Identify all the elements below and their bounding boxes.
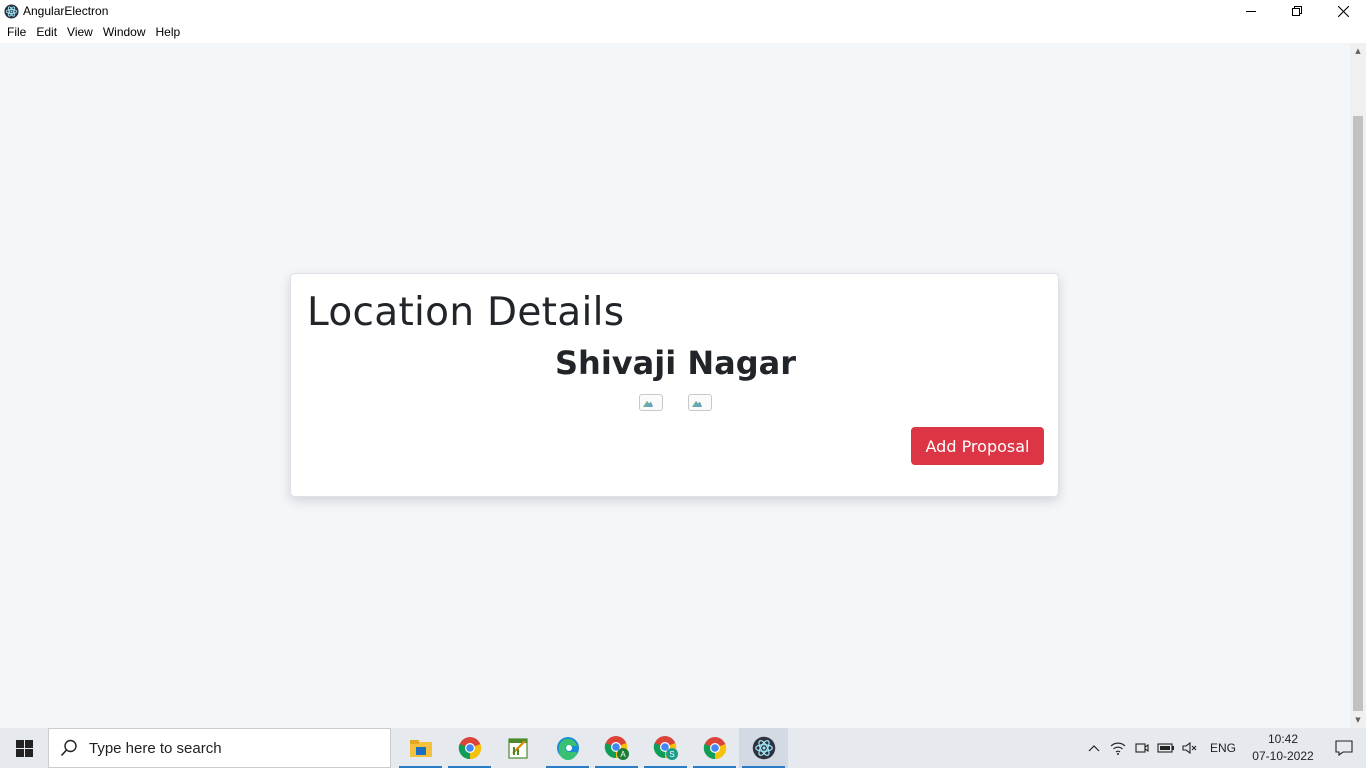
meet-now-icon[interactable] [1130,728,1154,768]
clock-time: 10:42 [1267,732,1299,746]
taskbar-search[interactable]: Type here to search [48,728,391,768]
vertical-scrollbar[interactable]: ▲ ▼ [1350,43,1366,728]
start-button[interactable] [0,728,48,768]
scroll-thumb[interactable] [1353,116,1363,711]
notification-icon [1335,740,1353,756]
svg-text:S: S [669,750,674,759]
search-icon [49,739,89,757]
menu-edit[interactable]: Edit [31,22,62,43]
menu-file[interactable]: File [2,22,31,43]
electron-icon [752,736,775,760]
svg-text:A: A [620,750,626,759]
scroll-up-icon[interactable]: ▲ [1350,43,1366,59]
taskbar-file-explorer[interactable] [396,728,445,768]
search-placeholder: Type here to search [89,739,222,757]
taskbar-edge[interactable] [543,728,592,768]
clock[interactable]: 10:42 07-10-2022 [1244,731,1322,765]
volume-muted-icon[interactable] [1178,728,1202,768]
taskbar-notes-app[interactable] [494,728,543,768]
wifi-icon[interactable] [1106,728,1130,768]
notification-center-button[interactable] [1322,728,1366,768]
window-title: AngularElectron [23,4,109,18]
taskbar-apps: A S [396,728,788,768]
chrome-profile-s-icon: S [653,736,678,760]
electron-app-icon [3,3,19,19]
restore-button[interactable] [1274,0,1320,22]
menu-bar: File Edit View Window Help [0,22,1366,43]
system-tray: ENG 10:42 07-10-2022 [1082,728,1366,768]
location-name: Shivaji Nagar [555,344,796,382]
scroll-down-icon[interactable]: ▼ [1350,712,1366,728]
battery-icon[interactable] [1154,728,1178,768]
menu-window[interactable]: Window [98,22,151,43]
chrome-profile-a-icon: A [604,736,629,760]
taskbar: Type here to search A S ENG 10:42 07-10-… [0,728,1366,768]
broken-image-icon[interactable] [688,394,712,411]
windows-logo-icon [15,739,33,757]
minimize-icon [1246,11,1256,12]
minimize-button[interactable] [1228,0,1274,22]
file-explorer-icon [409,740,432,757]
chrome-icon [703,737,726,760]
edge-icon [556,737,579,760]
broken-image-icon[interactable] [639,394,663,411]
add-proposal-button[interactable]: Add Proposal [911,427,1044,465]
close-icon [1337,5,1349,17]
taskbar-chrome[interactable] [445,728,494,768]
chrome-icon [458,737,481,760]
card-title: Location Details [307,290,625,335]
location-details-card: Location Details Shivaji Nagar Add Propo… [290,273,1059,497]
image-row [291,394,1060,411]
language-indicator[interactable]: ENG [1202,741,1244,755]
menu-view[interactable]: View [62,22,98,43]
chevron-up-icon[interactable] [1082,728,1106,768]
taskbar-electron[interactable] [739,728,788,768]
close-button[interactable] [1320,0,1366,22]
menu-help[interactable]: Help [151,22,186,43]
taskbar-chrome-profile-a[interactable]: A [592,728,641,768]
content-area: Location Details Shivaji Nagar Add Propo… [0,43,1350,728]
restore-icon [1292,6,1302,16]
clock-date: 07-10-2022 [1252,749,1314,763]
taskbar-chrome-profile-s[interactable]: S [641,728,690,768]
title-bar: AngularElectron [0,0,1366,22]
notes-app-icon [507,738,528,759]
taskbar-chrome-2[interactable] [690,728,739,768]
